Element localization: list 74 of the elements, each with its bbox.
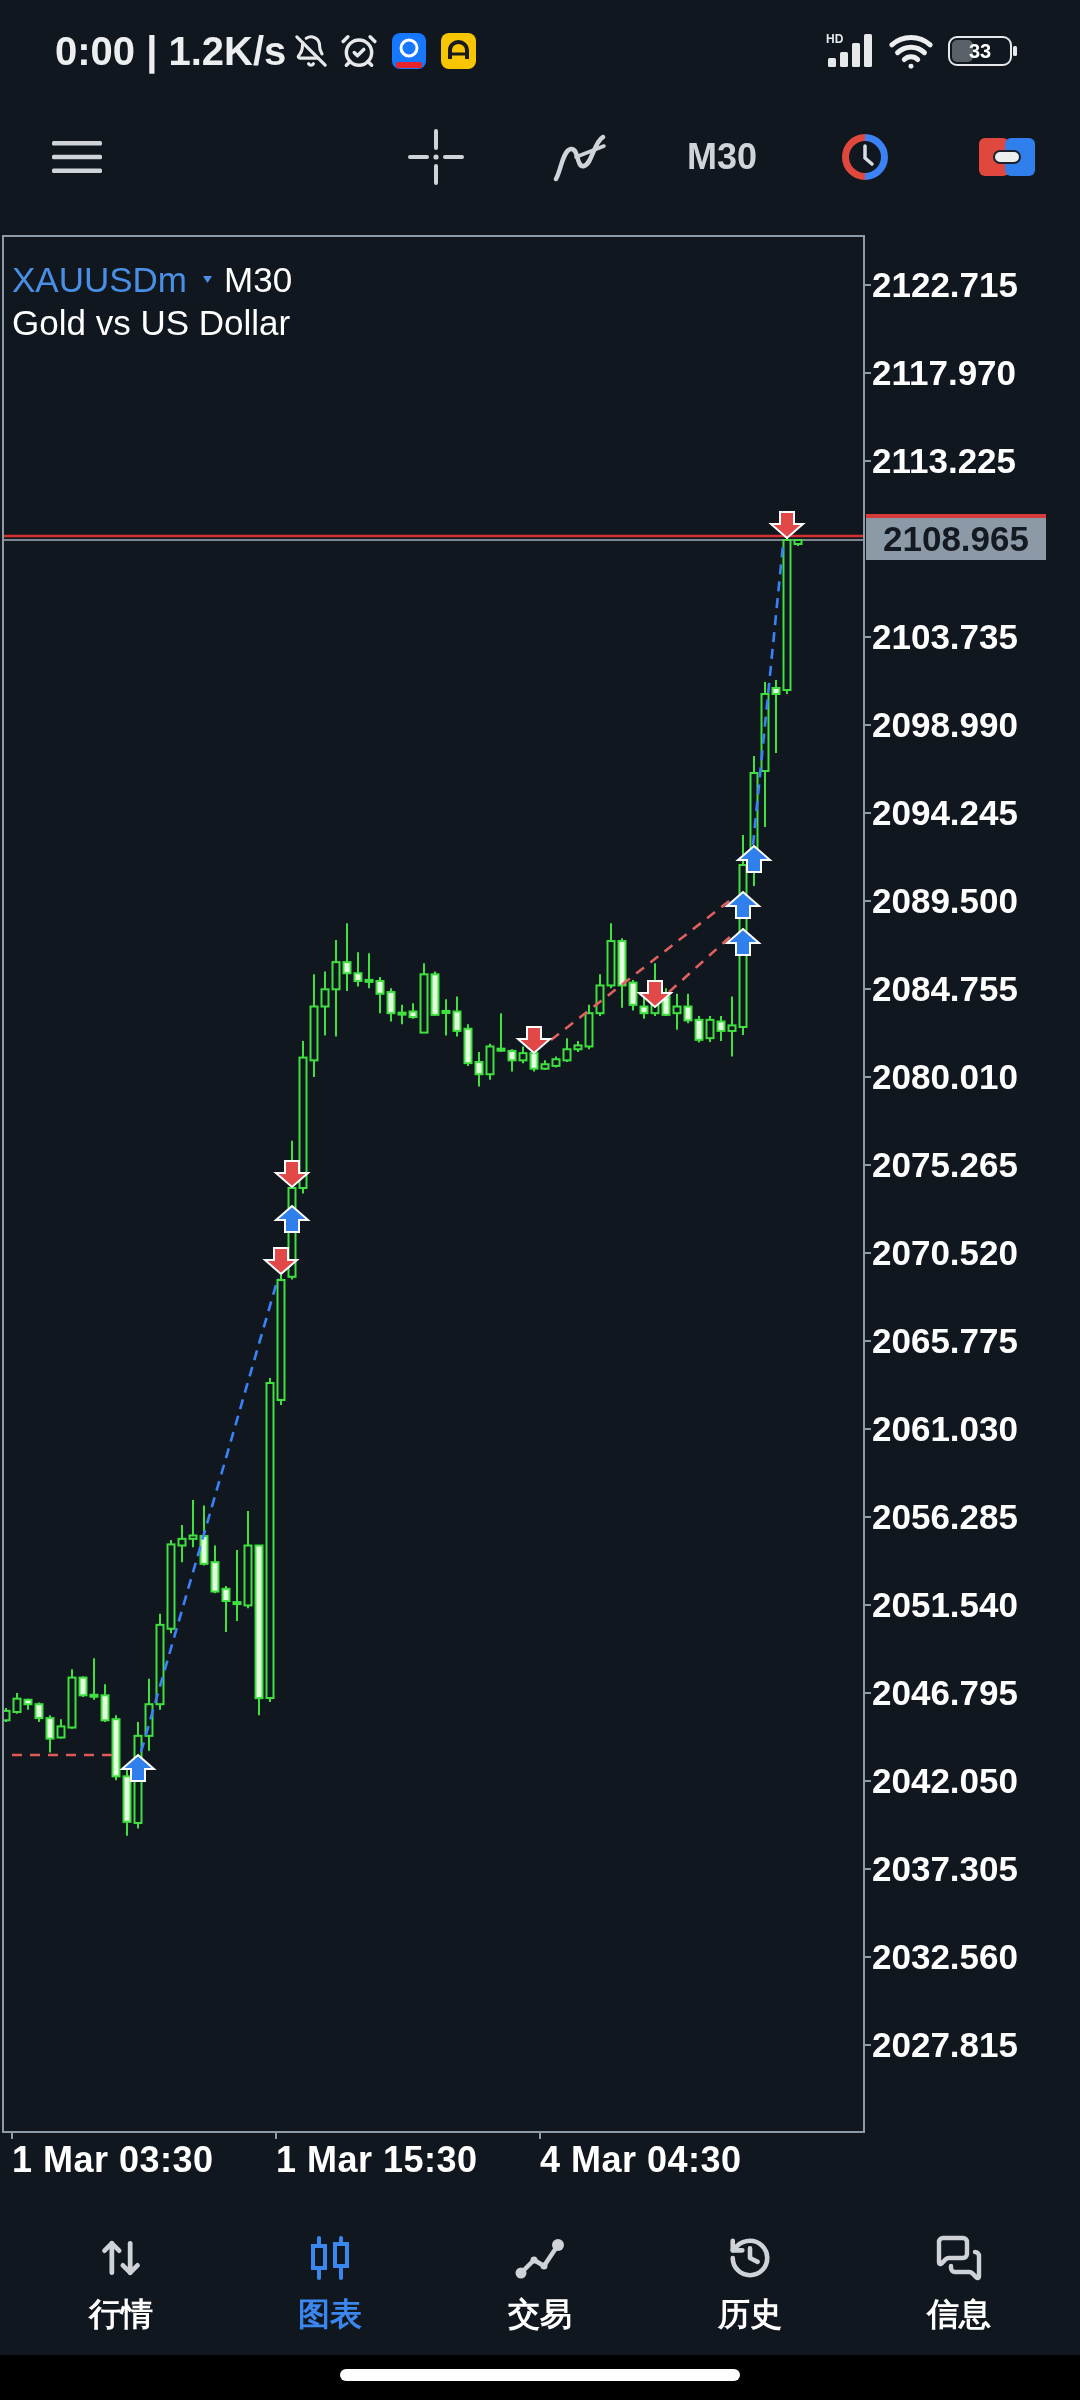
up-arrow-marker: [273, 1204, 311, 1233]
down-arrow-marker: [636, 980, 674, 1009]
price-label: 2046.795: [872, 1672, 1018, 1714]
up-arrow-marker: [724, 927, 762, 956]
price-label: 2117.970: [872, 352, 1017, 394]
candlestick: [199, 1504, 209, 1567]
candlestick: [375, 976, 385, 1015]
candlestick: [463, 1023, 473, 1067]
symbol-name[interactable]: XAUUSDm: [12, 258, 188, 301]
messages-icon: [935, 2234, 984, 2282]
down-arrow-marker: [262, 1247, 300, 1276]
price-label: 2061.030: [872, 1408, 1018, 1450]
symbol-description: Gold vs US Dollar: [12, 302, 291, 344]
time-label: 1 Mar 15:30: [276, 2140, 478, 2180]
menu-icon: [52, 141, 102, 173]
candlestick: [518, 1045, 528, 1065]
candlestick: [485, 1042, 495, 1081]
candlestick: [705, 1014, 715, 1044]
candlestick: [441, 998, 451, 1037]
app-icon: [441, 32, 477, 69]
price-label: 2080.010: [872, 1056, 1018, 1098]
toggle-icon: [979, 138, 1036, 176]
price-label: 2027.815: [872, 2024, 1018, 2066]
nav-tab[interactable]: 信息: [854, 2200, 1064, 2355]
timeframe-button[interactable]: M30: [687, 137, 758, 177]
toggle-button[interactable]: [979, 138, 1036, 176]
up-arrow-marker: [724, 890, 762, 919]
chart-timeframe: M30: [224, 259, 293, 301]
down-arrow-marker: [273, 1160, 311, 1189]
price-label: 2056.285: [872, 1496, 1018, 1538]
app-icon: [392, 32, 427, 69]
time-label: 4 Mar 04:30: [540, 2140, 742, 2180]
status-time: 0:00 | 1.2K/s: [55, 28, 287, 73]
nav-tab[interactable]: 历史: [644, 2200, 855, 2355]
price-label: 2113.225: [872, 440, 1017, 482]
caret-icon: [203, 276, 213, 283]
price-label: 2051.540: [872, 1584, 1018, 1626]
price-label: 2094.245: [872, 792, 1018, 834]
candlestick: [683, 992, 693, 1025]
down-arrow-marker: [515, 1026, 553, 1055]
menu-button[interactable]: [52, 141, 102, 173]
crosshair-icon: [408, 129, 464, 185]
candlestick: [188, 1499, 198, 1549]
price-label: 2122.715: [872, 264, 1018, 306]
candlestick: [694, 1014, 704, 1044]
candlestick: [210, 1544, 220, 1595]
nav-tab[interactable]: 行情: [16, 2200, 226, 2355]
battery-icon: [948, 35, 1018, 66]
time-label: 1 Mar 03:30: [12, 2140, 214, 2180]
nav-tab[interactable]: 图表: [225, 2200, 436, 2355]
candlestick: [452, 995, 462, 1038]
price-label: 2103.735: [872, 616, 1018, 658]
candlestick: [364, 952, 374, 990]
current-price-tag: 2108.965: [866, 514, 1046, 560]
candlestick: [474, 1051, 484, 1088]
crosshair-button[interactable]: [408, 129, 464, 185]
price-label: 2065.775: [872, 1320, 1018, 1362]
network-type-label: HD: [826, 33, 844, 45]
nav-tab[interactable]: 交易: [435, 2200, 645, 2355]
bell-off-icon: [294, 33, 329, 68]
price-label: 2042.050: [872, 1760, 1018, 1802]
price-label: 2032.560: [872, 1936, 1018, 1978]
price-label: 2089.500: [872, 880, 1018, 922]
price-label: 2037.305: [872, 1848, 1018, 1890]
battery-percent: 33: [968, 40, 992, 61]
price-label: 2075.265: [872, 1144, 1018, 1186]
candlestick: [672, 992, 682, 1031]
up-arrow-marker: [735, 844, 773, 873]
price-label: 2070.520: [872, 1232, 1018, 1274]
down-arrow-marker: [768, 511, 806, 540]
line-graph-icon: [514, 2236, 566, 2280]
up-arrow-marker: [119, 1753, 157, 1782]
price-label: 2084.755: [872, 968, 1018, 1010]
price-label: 2098.990: [872, 704, 1018, 746]
